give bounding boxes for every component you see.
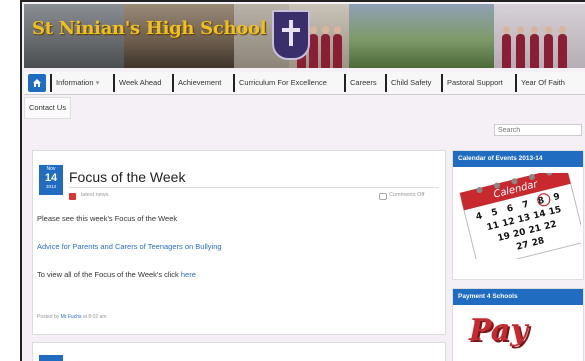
post-title[interactable]: Focus of the Week — [69, 169, 185, 185]
nav-item-curriculum[interactable]: Curriculum For Excellence — [233, 74, 331, 92]
student-figure — [544, 26, 553, 68]
post-paragraph: To view all of the Focus of the Week's c… — [37, 270, 196, 279]
home-icon — [33, 79, 41, 87]
widget-title[interactable]: Payment 4 Schools — [453, 289, 583, 305]
main-nav: Information ▾ Week Ahead Achievement Cur… — [24, 72, 585, 95]
search-input[interactable] — [494, 124, 582, 136]
divider — [69, 187, 439, 188]
student-figure — [516, 26, 525, 68]
post-category[interactable]: latest news — [81, 192, 109, 198]
author-link[interactable]: Mr Fuchs — [61, 314, 82, 320]
student-figure — [502, 26, 511, 68]
student-figure — [530, 26, 539, 68]
student-figure — [333, 26, 342, 68]
date-year: 2013 — [45, 184, 56, 189]
nav-item-information[interactable]: Information ▾ — [50, 74, 103, 92]
comment-icon — [379, 193, 387, 200]
nav-item-pastoral-support[interactable]: Pastoral Support — [441, 74, 507, 92]
date-day: 14 — [44, 172, 58, 184]
post-paragraph: Please see this week's Focus of the Week — [37, 214, 178, 223]
post-meta: Posted by Mr Fuchs at 8:02 am — [37, 314, 107, 320]
banner-photo-pupils — [494, 4, 585, 68]
category-icon — [69, 193, 76, 200]
nav-item-contact-us[interactable]: Contact Us — [24, 97, 72, 119]
home-button[interactable] — [28, 74, 46, 92]
window-border — [20, 0, 585, 2]
nav-item-year-of-faith[interactable]: Year Of Faith — [515, 74, 569, 92]
student-figure — [558, 26, 567, 68]
date-badge — [39, 355, 63, 361]
date-badge: Nov 14 2013 — [39, 165, 63, 195]
nav-item-achievement[interactable]: Achievement — [172, 74, 225, 92]
meta-time: at 8:02 am — [81, 314, 107, 320]
chevron-down-icon: ▾ — [95, 78, 100, 87]
meta-prefix: Posted by — [37, 314, 61, 320]
widget-title[interactable]: Calendar of Events 2013-14 — [453, 151, 583, 167]
here-link[interactable]: here — [181, 270, 196, 279]
nav-item-week-ahead[interactable]: Week Ahead — [113, 74, 165, 92]
post-paragraph-text: To view all of the Focus of the Week's c… — [37, 270, 181, 279]
nav-item-child-safety[interactable]: Child Safety — [385, 74, 435, 92]
nav-item-label: Information — [56, 78, 94, 87]
window-border — [20, 0, 22, 361]
calendar-icon[interactable]: Calendar 4 5 6 7 8 911 12 13 14 1519 20 21 2227 28 — [459, 173, 581, 259]
school-crest-icon — [272, 10, 310, 60]
post-card — [32, 342, 446, 361]
post-card: Nov 14 2013 Focus of the Week latest new… — [32, 150, 446, 335]
banner-photo-grounds — [349, 4, 494, 68]
post-comments: Comments Off — [389, 192, 425, 198]
payment-widget: Payment 4 Schools Pay — [452, 288, 584, 361]
pay-logo[interactable]: Pay — [469, 313, 528, 348]
student-figure — [309, 26, 318, 68]
post-link[interactable]: Advice for Parents and Carers of Teenage… — [37, 242, 222, 251]
site-title[interactable]: St Ninian's High School — [32, 18, 267, 39]
calendar-widget: Calendar of Events 2013-14 Calendar 4567… — [452, 150, 584, 280]
browser-viewport: St Ninian's High School Information ▾ We… — [20, 0, 585, 361]
student-figure — [321, 26, 330, 68]
nav-item-careers[interactable]: Careers — [344, 74, 381, 92]
header-banner[interactable]: St Ninian's High School — [24, 4, 585, 68]
